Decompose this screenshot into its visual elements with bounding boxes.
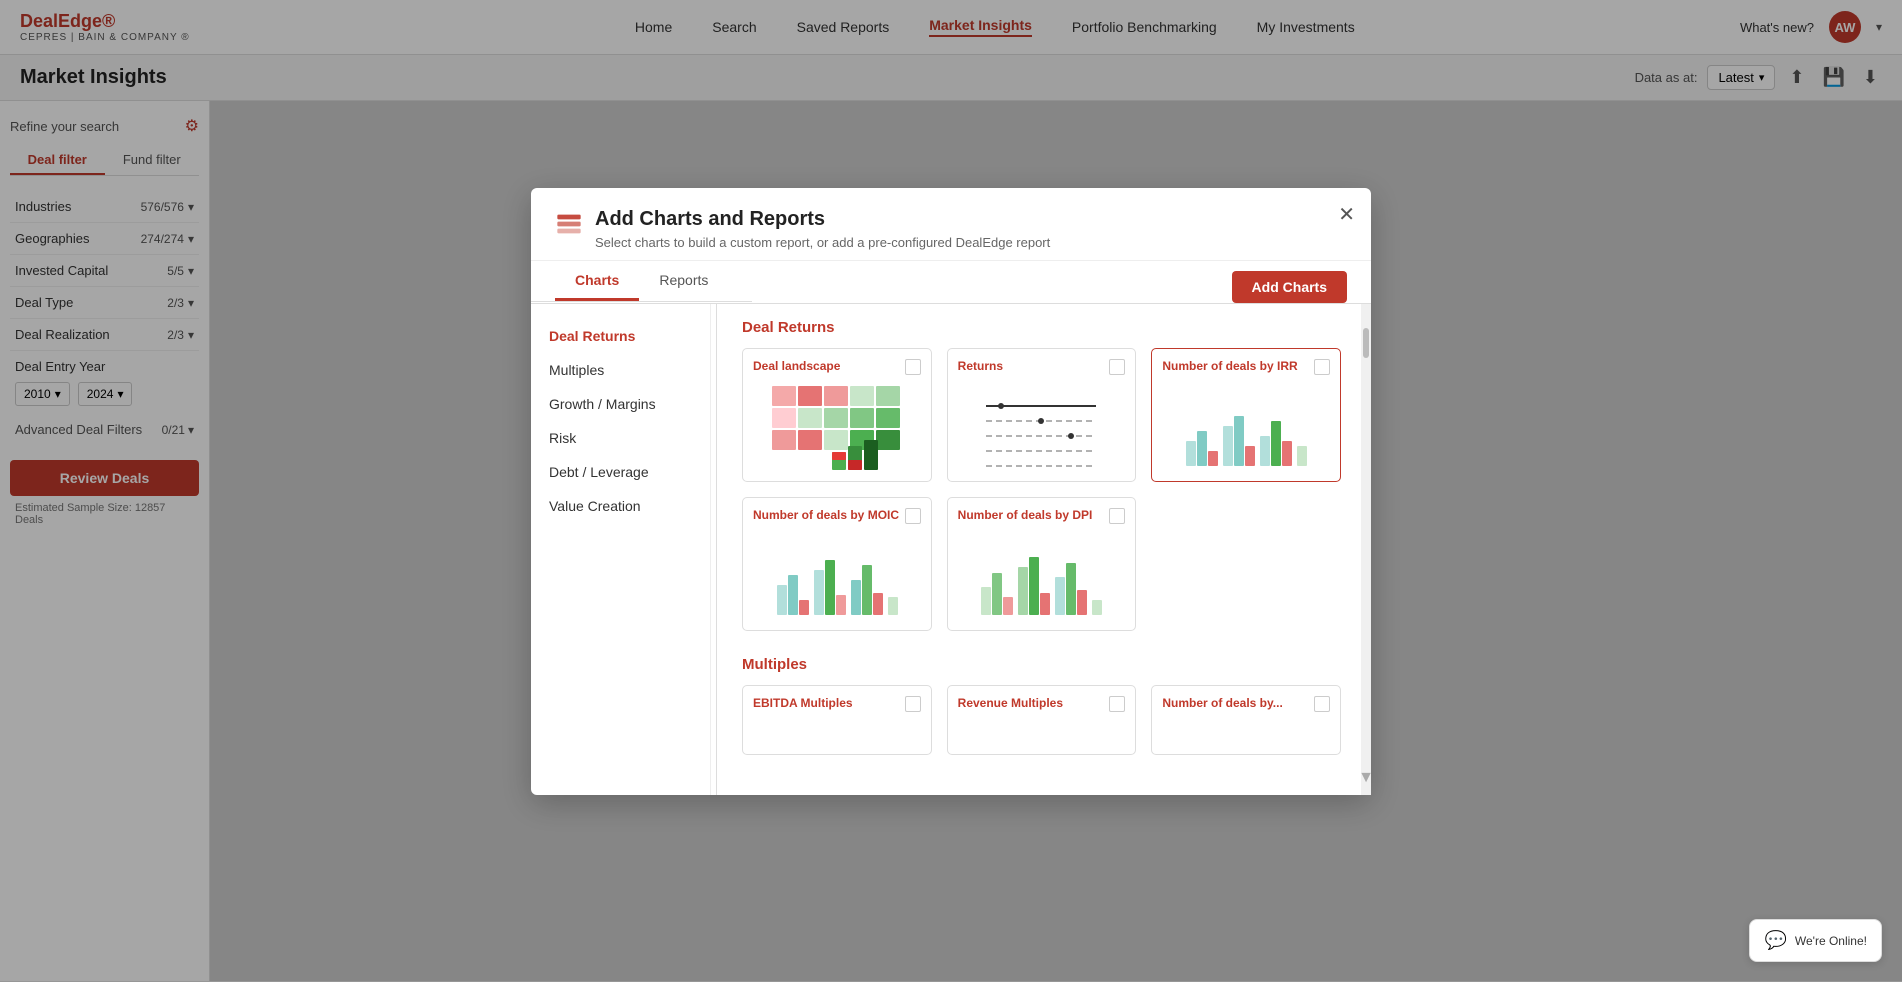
chart-deals-by-irr-title: Number of deals by IRR xyxy=(1162,359,1297,375)
chart-deal-landscape[interactable]: Deal landscape xyxy=(742,348,932,482)
chart-returns-preview xyxy=(958,381,1126,471)
category-multiples[interactable]: Multiples xyxy=(531,353,710,387)
charts-area: Deal Returns Deal landscape xyxy=(722,304,1361,795)
chart-deals-by-dpi-title: Number of deals by DPI xyxy=(958,508,1093,524)
chart-deals-by-irr-preview xyxy=(1162,381,1330,471)
modal-title: Add Charts and Reports xyxy=(595,208,1347,231)
chart-revenue-checkbox[interactable] xyxy=(1109,696,1125,712)
chart-returns-checkbox[interactable] xyxy=(1109,359,1125,375)
chart-deal-landscape-title: Deal landscape xyxy=(753,359,840,375)
modal-overlay[interactable]: Add Charts and Reports Select charts to … xyxy=(0,0,1902,982)
chart-ebitda-title: EBITDA Multiples xyxy=(753,696,853,710)
chart-revenue-header: Revenue Multiples xyxy=(958,696,1126,712)
chart-deals-by-moic-preview xyxy=(753,530,921,620)
chart-deals-by-irr[interactable]: Number of deals by IRR xyxy=(1151,348,1341,482)
chart-ebitda-header: EBITDA Multiples xyxy=(753,696,921,712)
vertical-divider xyxy=(716,304,717,795)
chart-deal-landscape-checkbox[interactable] xyxy=(905,359,921,375)
tab-charts[interactable]: Charts xyxy=(555,262,639,301)
chart-deals-by-moic-header: Number of deals by MOIC xyxy=(753,508,921,524)
chart-ebitda-multiples[interactable]: EBITDA Multiples xyxy=(742,685,932,755)
category-growth-margins[interactable]: Growth / Margins xyxy=(531,387,710,421)
chart-revenue-multiples[interactable]: Revenue Multiples xyxy=(947,685,1137,755)
chart-deals-by-dpi-checkbox[interactable] xyxy=(1109,508,1125,524)
chart-deals-by-moic-checkbox[interactable] xyxy=(905,508,921,524)
add-charts-modal: Add Charts and Reports Select charts to … xyxy=(531,188,1371,795)
multiples-grid: EBITDA Multiples Revenue Multiples Numbe… xyxy=(742,685,1341,755)
chart-number-deals-title: Number of deals by... xyxy=(1162,696,1282,710)
modal-header: Add Charts and Reports Select charts to … xyxy=(531,188,1371,261)
modal-close-button[interactable]: ✕ xyxy=(1338,202,1355,227)
chart-deal-landscape-header: Deal landscape xyxy=(753,359,921,375)
scrollbar[interactable]: ▼ xyxy=(1361,304,1371,795)
chart-deals-by-dpi[interactable]: Number of deals by DPI xyxy=(947,497,1137,631)
modal-tabs-row: Charts Reports Add Charts xyxy=(531,261,1371,304)
chat-icon: 💬 xyxy=(1764,930,1786,951)
chat-label: We're Online! xyxy=(1795,934,1867,948)
chart-returns-title: Returns xyxy=(958,359,1003,375)
chart-deal-landscape-preview xyxy=(753,381,921,471)
scroll-down-icon[interactable]: ▼ xyxy=(1358,769,1371,787)
tab-reports[interactable]: Reports xyxy=(639,262,728,301)
deal-returns-grid: Deal landscape xyxy=(742,348,1341,631)
chart-number-deals-by[interactable]: Number of deals by... xyxy=(1151,685,1341,755)
chart-deals-by-moic-title: Number of deals by MOIC xyxy=(753,508,899,524)
modal-subtitle: Select charts to build a custom report, … xyxy=(595,235,1347,250)
chart-number-deals-header: Number of deals by... xyxy=(1162,696,1330,712)
layers-icon xyxy=(555,210,583,244)
modal-title-area: Add Charts and Reports Select charts to … xyxy=(595,208,1347,250)
chart-deals-by-irr-header: Number of deals by IRR xyxy=(1162,359,1330,375)
chart-revenue-title: Revenue Multiples xyxy=(958,696,1063,710)
modal-body: Deal Returns Multiples Growth / Margins … xyxy=(531,304,1371,795)
chart-ebitda-checkbox[interactable] xyxy=(905,696,921,712)
category-deal-returns[interactable]: Deal Returns xyxy=(531,319,710,353)
chart-deals-by-moic[interactable]: Number of deals by MOIC xyxy=(742,497,932,631)
category-debt-leverage[interactable]: Debt / Leverage xyxy=(531,455,710,489)
add-charts-button[interactable]: Add Charts xyxy=(1232,271,1347,303)
chart-deals-by-dpi-preview xyxy=(958,530,1126,620)
chat-widget[interactable]: 💬 We're Online! xyxy=(1749,919,1882,962)
scrollbar-thumb[interactable] xyxy=(1363,328,1369,358)
modal-tabs: Charts Reports xyxy=(531,262,752,302)
deal-returns-section-title: Deal Returns xyxy=(742,319,1341,336)
category-list: Deal Returns Multiples Growth / Margins … xyxy=(531,304,711,795)
chart-returns[interactable]: Returns xyxy=(947,348,1137,482)
chart-deals-by-dpi-header: Number of deals by DPI xyxy=(958,508,1126,524)
category-risk[interactable]: Risk xyxy=(531,421,710,455)
chart-deals-by-irr-checkbox[interactable] xyxy=(1314,359,1330,375)
multiples-section-title: Multiples xyxy=(742,656,1341,673)
category-value-creation[interactable]: Value Creation xyxy=(531,489,710,523)
chart-returns-header: Returns xyxy=(958,359,1126,375)
chart-number-deals-checkbox[interactable] xyxy=(1314,696,1330,712)
